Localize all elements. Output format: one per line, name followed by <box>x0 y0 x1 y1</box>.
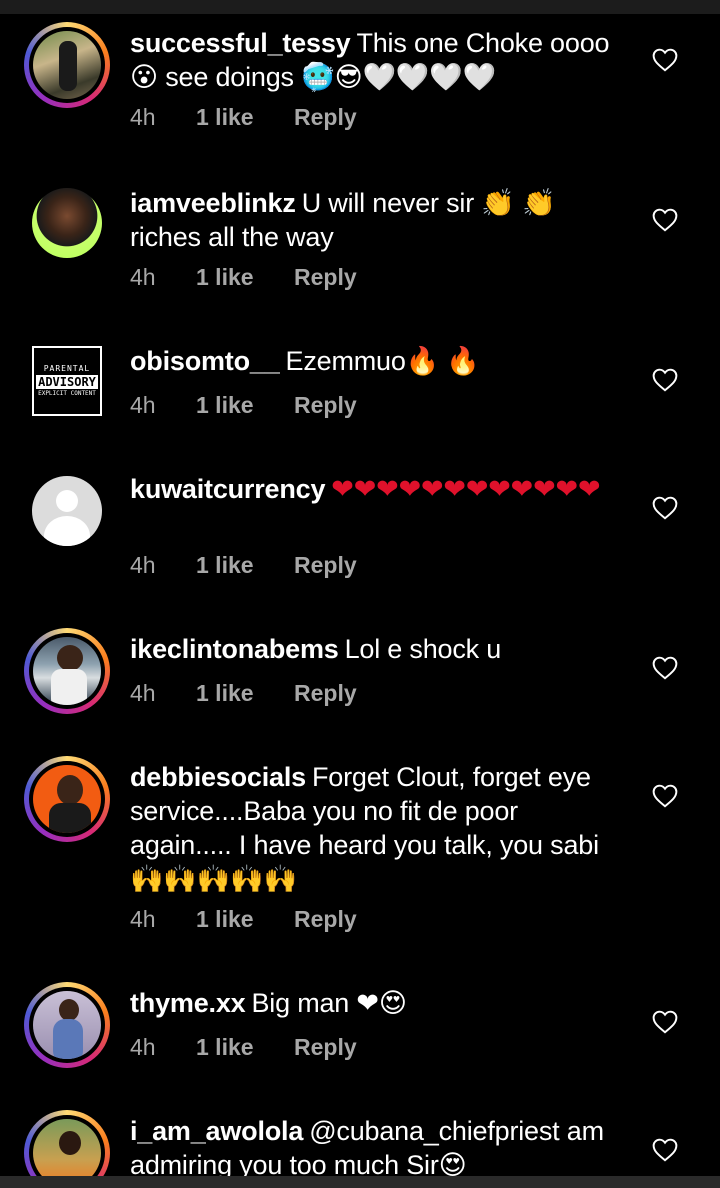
comment-body: thyme.xx Big man ❤😍 <box>130 986 630 1020</box>
status-bar <box>0 0 720 14</box>
avatar[interactable] <box>24 180 110 266</box>
like-heart-icon[interactable] <box>652 368 678 392</box>
reply-button[interactable]: Reply <box>294 906 357 933</box>
reply-button[interactable]: Reply <box>294 104 357 131</box>
avatar[interactable] <box>24 982 110 1068</box>
avatar[interactable] <box>24 756 110 842</box>
comment-text: Ezemmuo🔥 🔥 <box>285 346 480 376</box>
reply-button[interactable]: Reply <box>294 1034 357 1061</box>
timestamp: 4h <box>130 1034 156 1060</box>
timestamp: 4h <box>130 264 156 290</box>
timestamp: 4h <box>130 680 156 706</box>
reply-button[interactable]: Reply <box>294 552 357 579</box>
timestamp: 4h <box>130 906 156 932</box>
like-count[interactable]: 1 like <box>196 104 294 131</box>
avatar[interactable] <box>24 22 110 108</box>
reply-button[interactable]: Reply <box>294 264 357 291</box>
reply-button[interactable]: Reply <box>294 392 357 419</box>
comment-meta: 4h 1 like Reply <box>130 104 357 131</box>
comment-body: successful_tessy This one Choke oooo 😮 se… <box>130 26 630 94</box>
like-count[interactable]: 1 like <box>196 552 294 579</box>
timestamp: 4h <box>130 552 156 578</box>
like-count[interactable]: 1 like <box>196 906 294 933</box>
comment-meta: 4h 1 like Reply <box>130 680 357 707</box>
like-heart-icon[interactable] <box>652 656 678 680</box>
timestamp: 4h <box>130 392 156 418</box>
comment-body: debbiesocials Forget Clout, forget eye se… <box>130 760 620 896</box>
like-count[interactable]: 1 like <box>196 392 294 419</box>
navigation-bar <box>0 1176 720 1188</box>
like-heart-icon[interactable] <box>652 496 678 520</box>
comment-body: iamveeblinkz U will never sir 👏 👏 riches … <box>130 186 630 254</box>
parental-advisory-logo: PARENTAL ADVISORY EXPLICIT CONTENT <box>36 364 98 397</box>
username-link[interactable]: iamveeblinkz <box>130 188 296 218</box>
username-link[interactable]: debbiesocials <box>130 762 306 792</box>
reply-button[interactable]: Reply <box>294 680 357 707</box>
comment-text: Big man ❤😍 <box>251 988 407 1018</box>
avatar[interactable] <box>24 628 110 714</box>
comment-text: ❤❤❤❤❤❤❤❤❤❤❤❤ <box>331 474 601 504</box>
comment-item: i_am_awolola @cubana_chiefpriest am admir… <box>0 1110 720 1176</box>
like-count[interactable]: 1 like <box>196 264 294 291</box>
timestamp: 4h <box>130 104 156 130</box>
username-link[interactable]: obisomto__ <box>130 346 280 376</box>
like-heart-icon[interactable] <box>652 1010 678 1034</box>
like-count[interactable]: 1 like <box>196 680 294 707</box>
comment-meta: 4h 1 like Reply <box>130 264 357 291</box>
username-link[interactable]: kuwaitcurrency <box>130 474 325 504</box>
comment-meta: 4h 1 like Reply <box>130 906 357 933</box>
username-link[interactable]: ikeclintonabems <box>130 634 339 664</box>
avatar[interactable] <box>24 1110 110 1176</box>
like-heart-icon[interactable] <box>652 784 678 808</box>
comment-body: obisomto__ Ezemmuo🔥 🔥 <box>130 344 630 378</box>
avatar[interactable]: PARENTAL ADVISORY EXPLICIT CONTENT <box>24 338 110 424</box>
avatar[interactable] <box>24 468 110 554</box>
username-link[interactable]: thyme.xx <box>130 988 246 1018</box>
like-count[interactable]: 1 like <box>196 1034 294 1061</box>
comment-meta: 4h 1 like Reply <box>130 552 357 579</box>
username-link[interactable]: i_am_awolola <box>130 1116 303 1146</box>
like-heart-icon[interactable] <box>652 208 678 232</box>
like-heart-icon[interactable] <box>652 48 678 72</box>
username-link[interactable]: successful_tessy <box>130 28 351 58</box>
comment-body: i_am_awolola @cubana_chiefpriest am admir… <box>130 1114 630 1176</box>
comment-meta: 4h 1 like Reply <box>130 392 357 419</box>
like-heart-icon[interactable] <box>652 1138 678 1162</box>
comment-body: ikeclintonabems Lol e shock u <box>130 632 630 666</box>
comment-body: kuwaitcurrency ❤❤❤❤❤❤❤❤❤❤❤❤ <box>130 472 630 506</box>
default-avatar-icon <box>32 476 102 546</box>
comment-meta: 4h 1 like Reply <box>130 1034 357 1061</box>
comment-text: Lol e shock u <box>344 634 502 664</box>
